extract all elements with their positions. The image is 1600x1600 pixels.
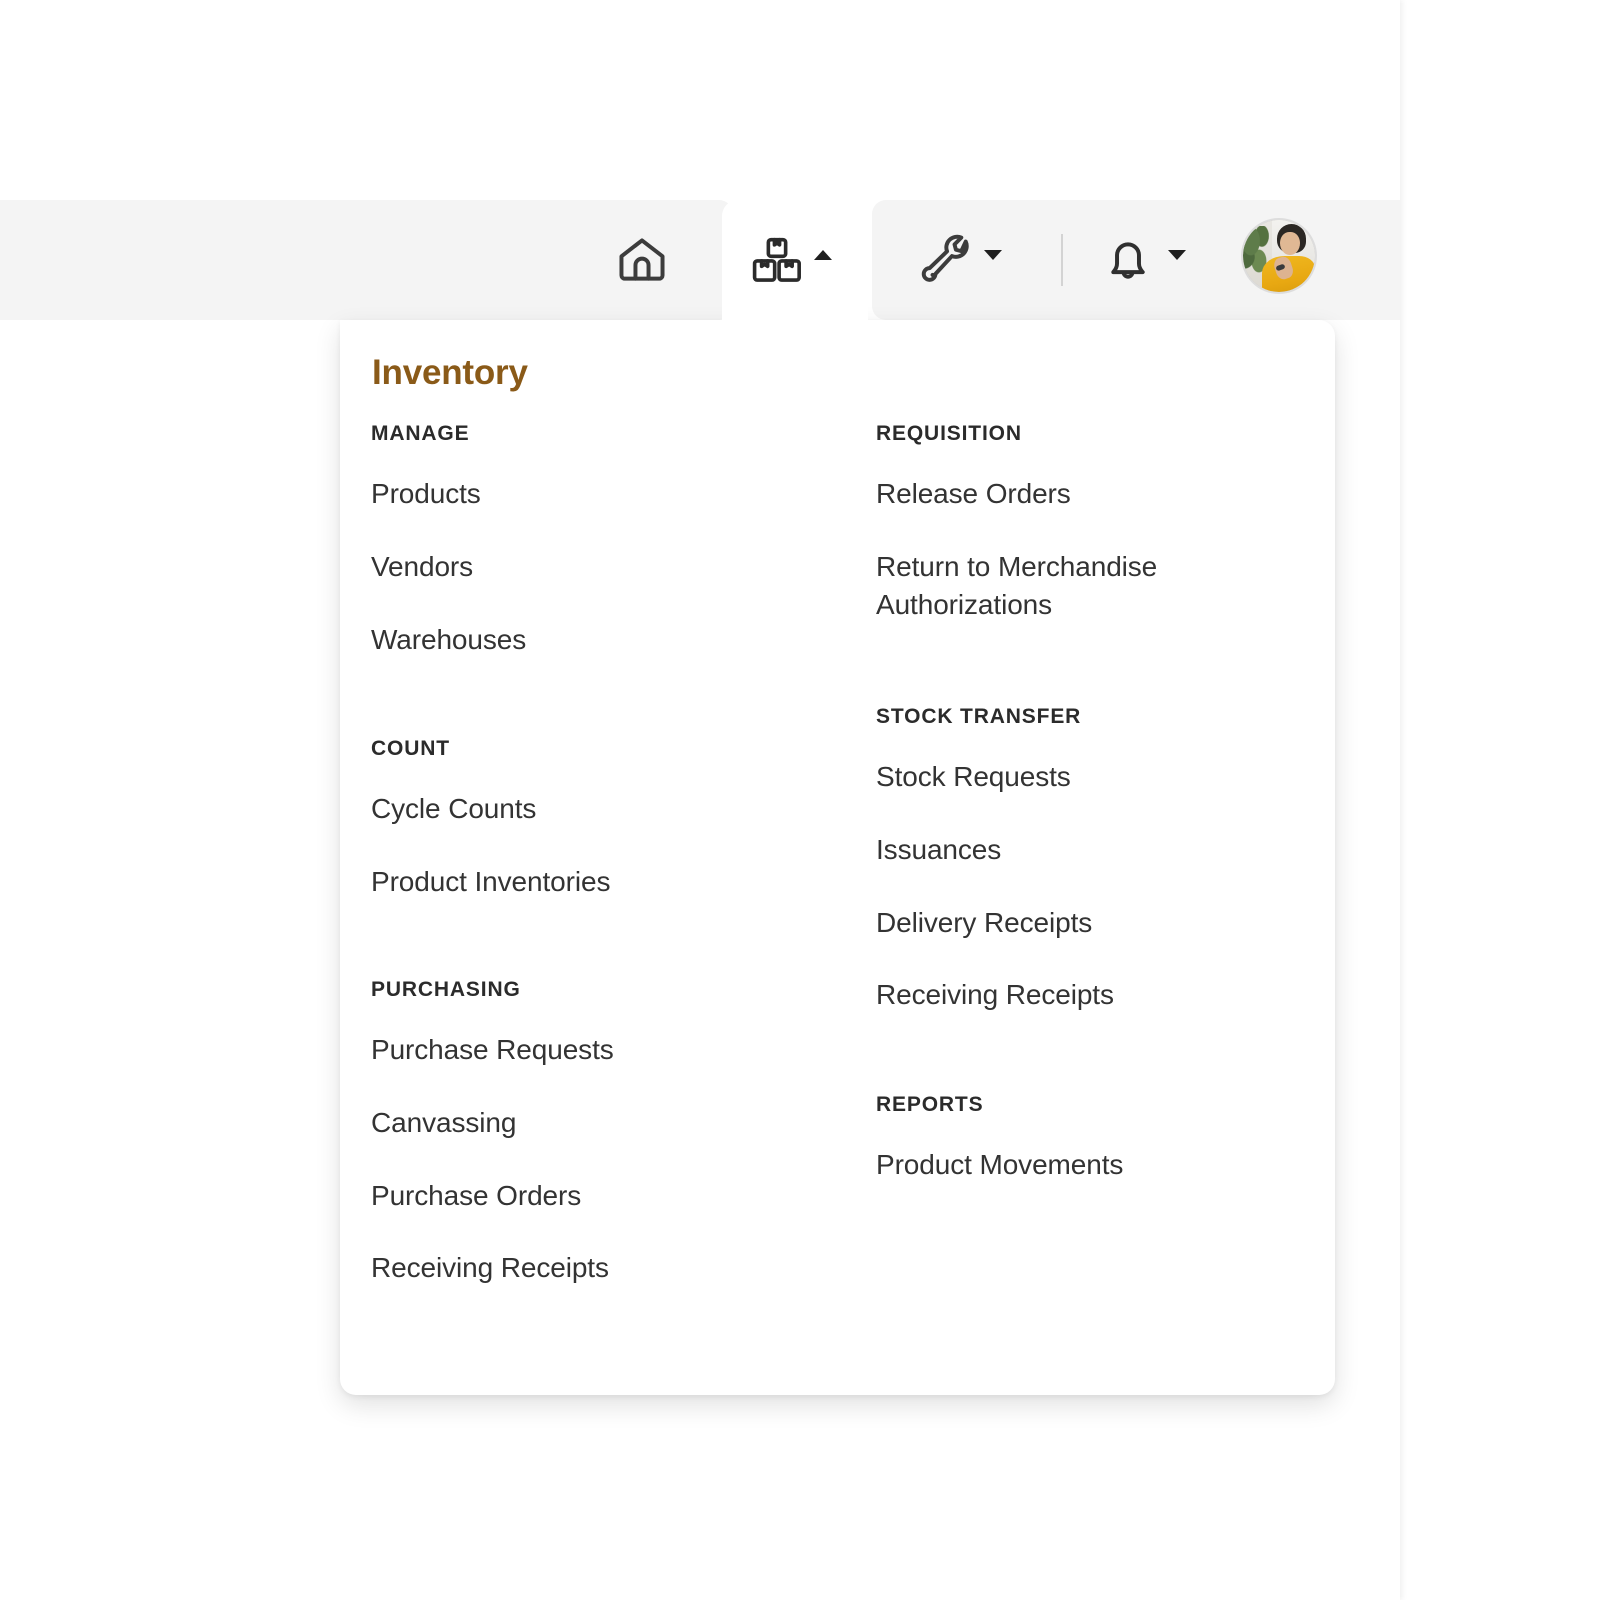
menu-section-count: COUNT Cycle Counts Product Inventories [371,738,831,936]
menu-item-list: Release Orders Return to Merchandise Auth… [876,475,1306,623]
menu-section-manage: MANAGE Products Vendors Warehouses [371,423,831,693]
top-navigation-bar [0,200,1400,320]
boxes-icon[interactable] [745,228,809,292]
caret-up-icon[interactable] [812,248,834,270]
menu-section-stock-transfer: STOCK TRANSFER Stock Requests Issuances Del… [876,706,1306,1049]
menu-item-product-inventories[interactable]: Product Inventories [371,863,831,901]
menu-item-list: Product Movements [876,1146,1306,1184]
app-viewport: Inventory MANAGE Products Vendors Warehouse… [0,0,1400,1600]
menu-item-list: Cycle Counts Product Inventories [371,790,831,901]
menu-item-list: Stock Requests Issuances Delivery Receipts… [876,758,1306,1014]
section-heading-reports: REPORTS [876,1093,984,1116]
menu-section-reports: REPORTS Product Movements [876,1094,1306,1219]
section-heading-purchasing: PURCHASING [371,978,521,1001]
avatar-photo [1243,220,1315,292]
inventory-dropdown-menu: Inventory MANAGE Products Vendors Warehouse… [340,320,1335,1395]
topbar-divider [1061,234,1063,286]
menu-item-list: Products Vendors Warehouses [371,475,831,658]
menu-item-product-movements[interactable]: Product Movements [876,1146,1306,1184]
menu-item-return-to-merchandise-authorizations[interactable]: Return to Merchandise Authorizations [876,548,1306,624]
menu-item-delivery-receipts[interactable]: Delivery Receipts [876,904,1306,942]
menu-section-purchasing: PURCHASING Purchase Requests Canvassing Pur… [371,979,831,1322]
caret-down-icon-bell[interactable] [1166,248,1188,270]
menu-section-requisition: REQUISITION Release Orders Return to Merch… [876,423,1306,658]
section-heading-stock-transfer: STOCK TRANSFER [876,705,1082,728]
section-heading-requisition: REQUISITION [876,422,1022,445]
menu-item-receiving-receipts[interactable]: Receiving Receipts [371,1249,831,1287]
bell-icon[interactable] [1096,228,1160,292]
menu-item-list: Purchase Requests Canvassing Purchase Orde… [371,1031,831,1287]
menu-item-receiving-receipts[interactable]: Receiving Receipts [876,976,1306,1014]
menu-item-cycle-counts[interactable]: Cycle Counts [371,790,831,828]
menu-item-stock-requests[interactable]: Stock Requests [876,758,1306,796]
menu-item-purchase-requests[interactable]: Purchase Requests [371,1031,831,1069]
menu-item-warehouses[interactable]: Warehouses [371,621,831,659]
menu-item-purchase-orders[interactable]: Purchase Orders [371,1177,831,1215]
menu-item-products[interactable]: Products [371,475,831,513]
menu-item-vendors[interactable]: Vendors [371,548,831,586]
menu-title: Inventory [372,353,528,392]
wrench-icon[interactable] [916,228,980,292]
menu-item-canvassing[interactable]: Canvassing [371,1104,831,1142]
section-heading-count: COUNT [371,737,450,760]
menu-item-release-orders[interactable]: Release Orders [876,475,1306,513]
avatar[interactable] [1243,220,1315,292]
caret-down-icon-tools[interactable] [982,248,1004,270]
menu-item-issuances[interactable]: Issuances [876,831,1306,869]
section-heading-manage: MANAGE [371,422,470,445]
home-icon[interactable] [610,228,674,292]
